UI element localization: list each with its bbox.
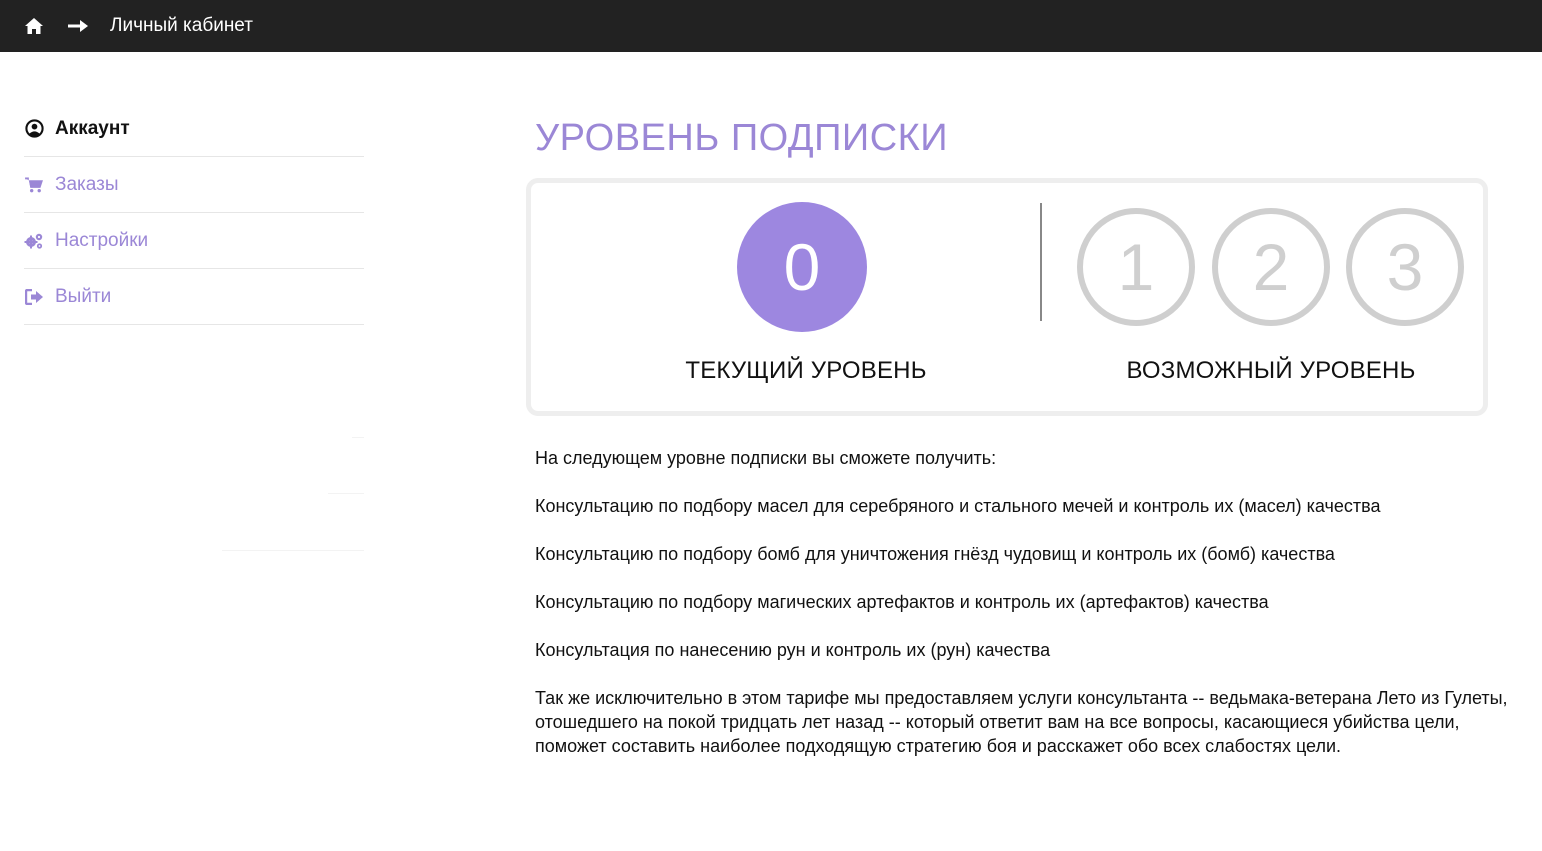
divider: [222, 550, 364, 551]
description-paragraph: На следующем уровне подписки вы сможете …: [535, 448, 997, 468]
level-option-3[interactable]: 3: [1346, 208, 1464, 326]
home-icon[interactable]: [24, 17, 44, 35]
arrow-right-icon: [67, 19, 89, 33]
level-option-value: 1: [1117, 230, 1155, 304]
description-paragraph: Так же исключительно в этом тарифе мы пр…: [535, 688, 1508, 756]
divider: [352, 437, 364, 438]
current-level-caption: ТЕКУЩИЙ УРОВЕНЬ: [685, 357, 927, 384]
description-paragraph: Консультацию по подбору масел для серебр…: [535, 496, 1381, 516]
top-navbar: Личный кабинет: [0, 0, 1542, 52]
level-divider: [1040, 203, 1042, 321]
description-paragraph: Консультацию по подбору магических артеф…: [535, 592, 1269, 612]
sidebar-item-account[interactable]: Аккаунт: [24, 101, 364, 157]
user-circle-icon: [24, 119, 44, 139]
sidebar-item-label: Настройки: [55, 229, 149, 251]
subscription-level-card: 0 ТЕКУЩИЙ УРОВЕНЬ 1 2 3 ВОЗМОЖНЫЙ УРОВЕН…: [526, 178, 1488, 416]
sidebar-item-label: Заказы: [55, 173, 119, 195]
sidebar-item-orders[interactable]: Заказы: [24, 157, 364, 213]
page-title: УРОВЕНЬ ПОДПИСКИ: [535, 117, 949, 159]
level-option-value: 2: [1252, 230, 1290, 304]
possible-level-caption: ВОЗМОЖНЫЙ УРОВЕНЬ: [1126, 357, 1416, 384]
description-paragraph: Консультацию по подбору бомб для уничтож…: [535, 544, 1335, 564]
sidebar-nav: Аккаунт Заказы Настройки Выйти: [24, 101, 364, 325]
level-description: На следующем уровне подписки вы сможете …: [535, 446, 1510, 782]
sidebar-item-label: Аккаунт: [55, 117, 130, 139]
gears-icon: [24, 231, 44, 251]
description-paragraph: Консультация по нанесению рун и контроль…: [535, 640, 1051, 660]
level-option-1[interactable]: 1: [1077, 208, 1195, 326]
breadcrumb-current[interactable]: Личный кабинет: [110, 15, 253, 37]
level-option-2[interactable]: 2: [1212, 208, 1330, 326]
sidebar-item-label: Выйти: [55, 285, 112, 307]
sign-out-icon: [24, 287, 44, 307]
sidebar-item-logout[interactable]: Выйти: [24, 269, 364, 325]
current-level-value: 0: [783, 230, 821, 304]
current-level-badge: 0: [737, 202, 867, 332]
sidebar-item-settings[interactable]: Настройки: [24, 213, 364, 269]
shopping-cart-icon: [24, 175, 44, 195]
level-option-value: 3: [1386, 230, 1424, 304]
divider: [328, 493, 364, 494]
